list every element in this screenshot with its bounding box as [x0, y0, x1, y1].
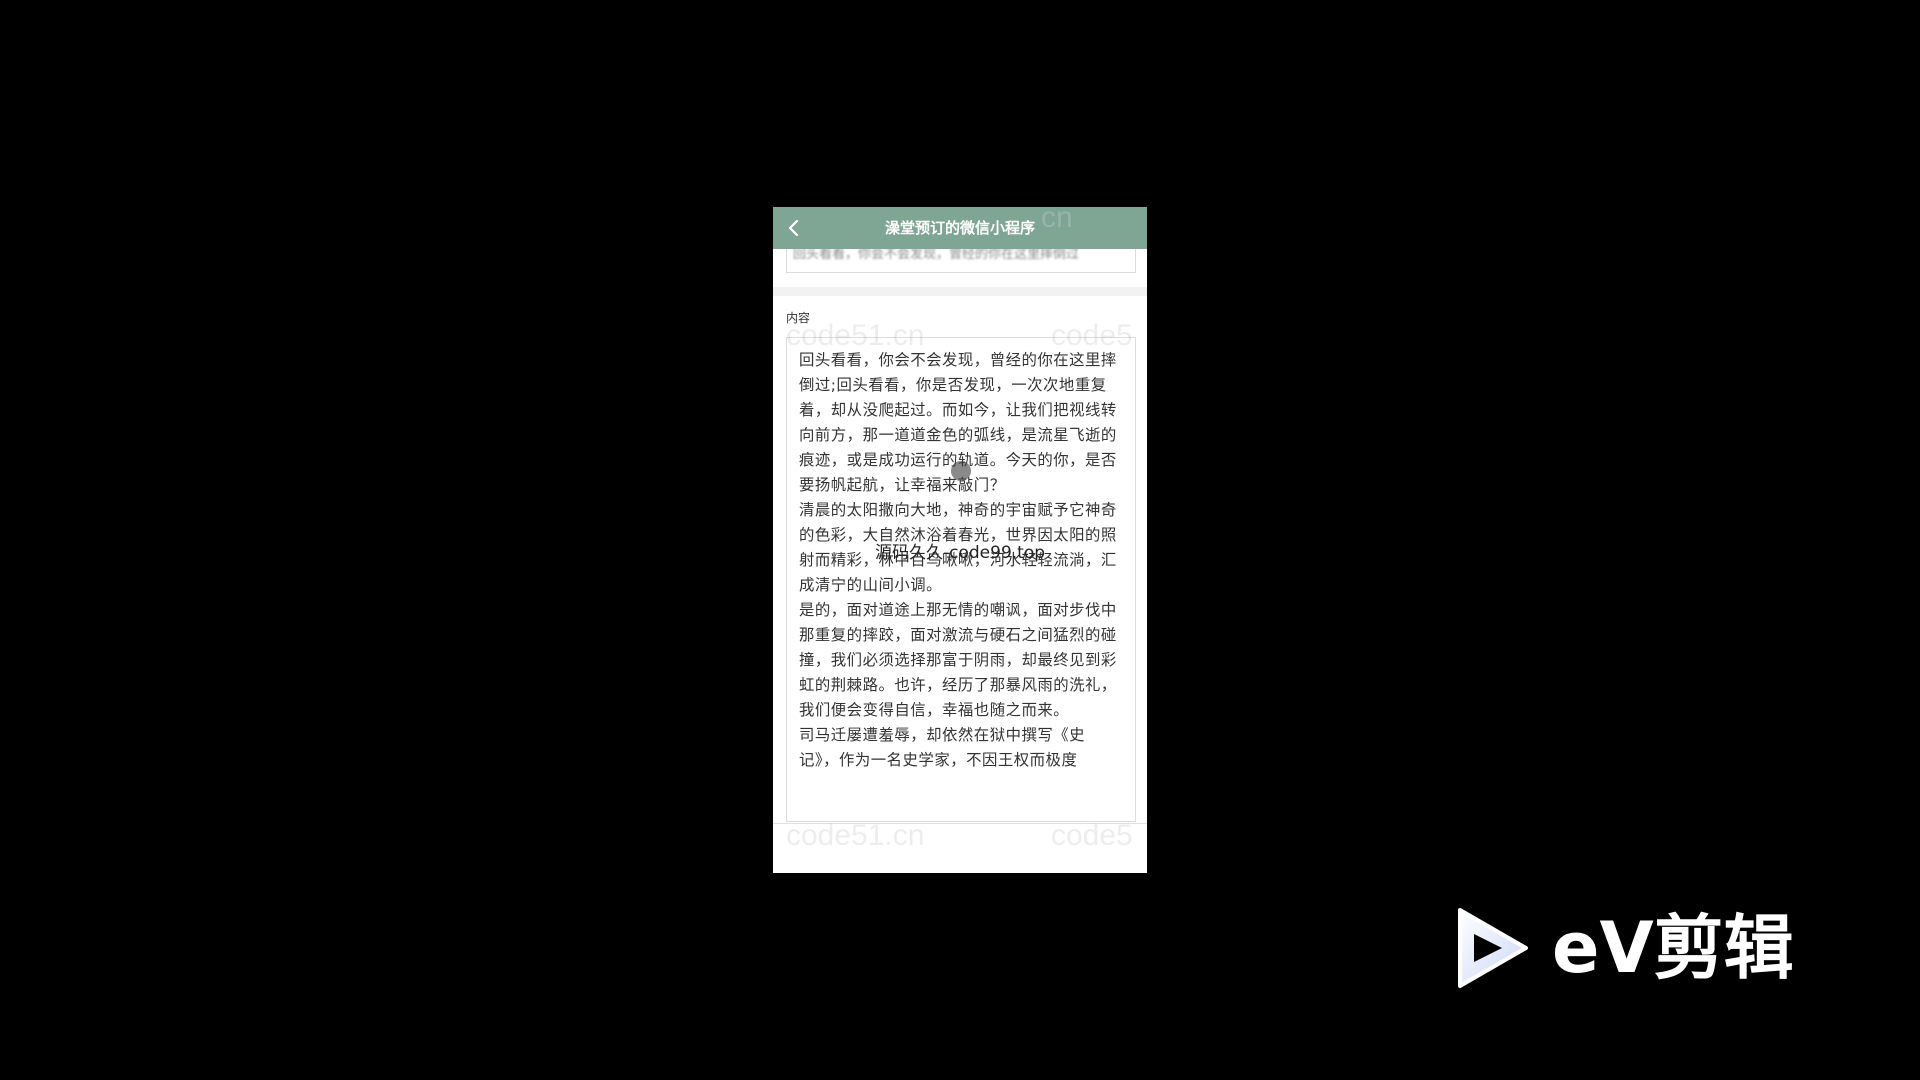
page-title: 澡堂预订的微信小程序 — [884, 219, 1035, 237]
phone-screen: 澡堂预订的微信小程序 cn 回头看看，你会不会发现，曾经的你在这里摔倒过 内容 … — [773, 207, 1147, 873]
bottom-bar — [773, 823, 1147, 873]
video-frame: 澡堂预订的微信小程序 cn 回头看看，你会不会发现，曾经的你在这里摔倒过 内容 … — [0, 0, 1920, 1080]
content-label: 内容 — [786, 311, 811, 325]
content-paragraph: 司马迁屡遭羞辱，却依然在狱中撰写《史记》，作为一名史学家，不因王权而极度 — [799, 726, 1086, 769]
center-watermark: 源码久久-code99.top — [875, 543, 1046, 563]
content-paragraph: 是的，面对道途上那无情的嘲讽，面对步伐中那重复的摔跤，面对激流与硬石之间猛烈的碰… — [799, 601, 1117, 719]
ev-logo-text: eV剪辑 — [1552, 907, 1794, 989]
touch-indicator — [951, 461, 971, 481]
navigation-bar: 澡堂预订的微信小程序 cn — [773, 207, 1147, 249]
ev-logo: eV剪辑 — [1452, 906, 1832, 996]
section-divider — [773, 287, 1147, 296]
content-textarea[interactable]: 回头看看，你会不会发现，曾经的你在这里摔倒过;回头看看，你是否发现，一次次地重复… — [786, 337, 1136, 822]
play-icon — [1458, 908, 1528, 988]
